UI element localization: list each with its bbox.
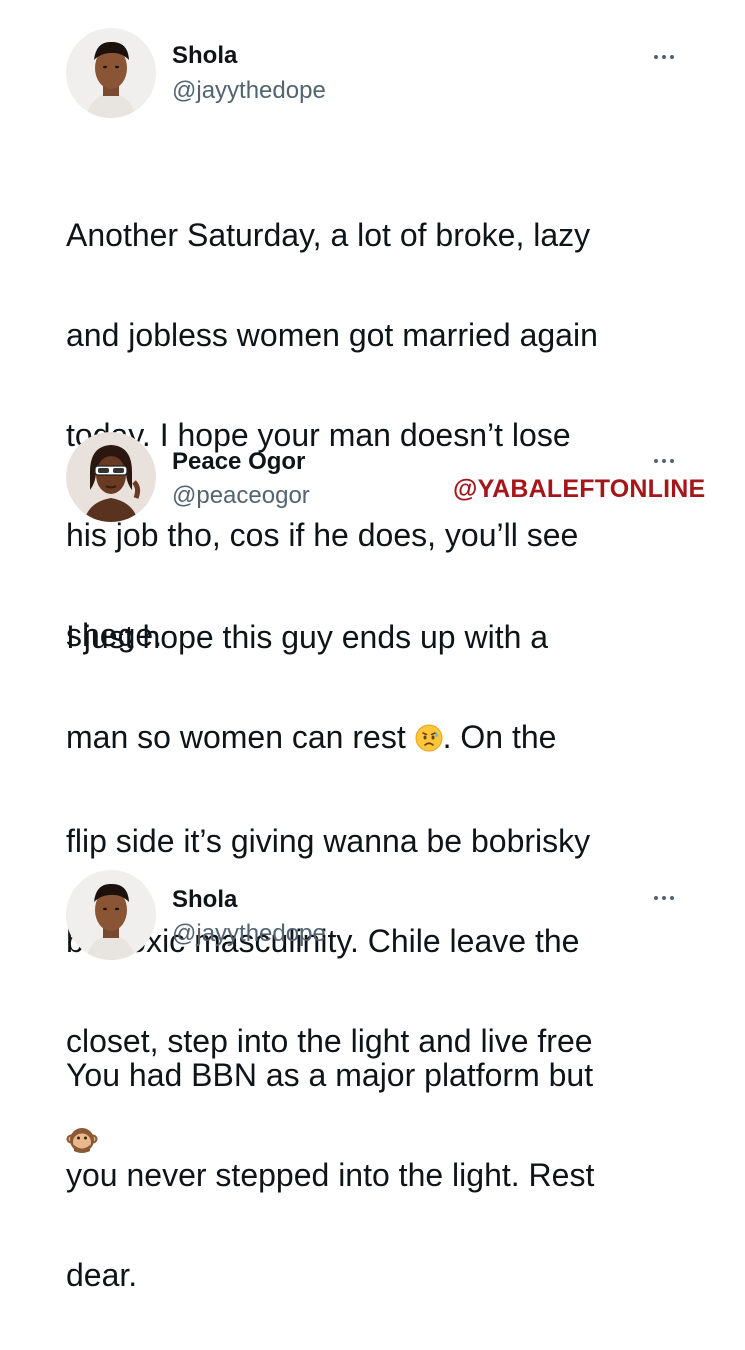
tweet-line: You had BBN as a major platform but: [66, 1057, 594, 1093]
tweet-line: I just hope this guy ends up with a: [66, 619, 549, 655]
more-options-icon[interactable]: [650, 456, 680, 466]
avatar-peace-ogor[interactable]: [66, 432, 156, 522]
tweet-line-segment: man so women can rest: [66, 719, 406, 755]
author-name[interactable]: Shola: [172, 42, 237, 70]
author-name[interactable]: Shola: [172, 886, 237, 914]
author-handle[interactable]: @peaceogor: [172, 482, 310, 510]
author-name[interactable]: Peace Ogor: [172, 448, 305, 476]
avatar-shola[interactable]: [66, 28, 156, 118]
tweet-line: but toxic masculinity. Chile leave the: [66, 923, 580, 959]
avatar-shola[interactable]: [66, 870, 156, 960]
tweet-line: flip side it’s giving wanna be bobrisky: [66, 823, 591, 859]
tweet-line-segment: . On the: [442, 719, 557, 755]
author-handle[interactable]: @jayythedope: [172, 920, 326, 948]
tweet-line: his job tho, cos if he does, you’ll see: [66, 517, 579, 553]
more-options-icon[interactable]: [650, 52, 680, 62]
more-options-icon[interactable]: [650, 893, 680, 903]
tweet-line: man so women can rest . On the: [66, 712, 706, 766]
tweet-line: Another Saturday, a lot of broke, lazy: [66, 217, 591, 253]
tweet-line: and jobless women got married again: [66, 317, 598, 353]
tweet-line: dear.: [66, 1257, 138, 1293]
watermark: @YABALEFTONLINE: [453, 475, 706, 503]
sad-relieved-face-icon: [415, 716, 443, 766]
author-handle[interactable]: @jayythedope: [172, 77, 326, 105]
tweet-text: You had BBN as a major platform but you …: [66, 1000, 706, 1350]
tweet-line: you never stepped into the light. Rest: [66, 1157, 595, 1193]
tweet-line: today. I hope your man doesn’t lose: [66, 417, 571, 453]
